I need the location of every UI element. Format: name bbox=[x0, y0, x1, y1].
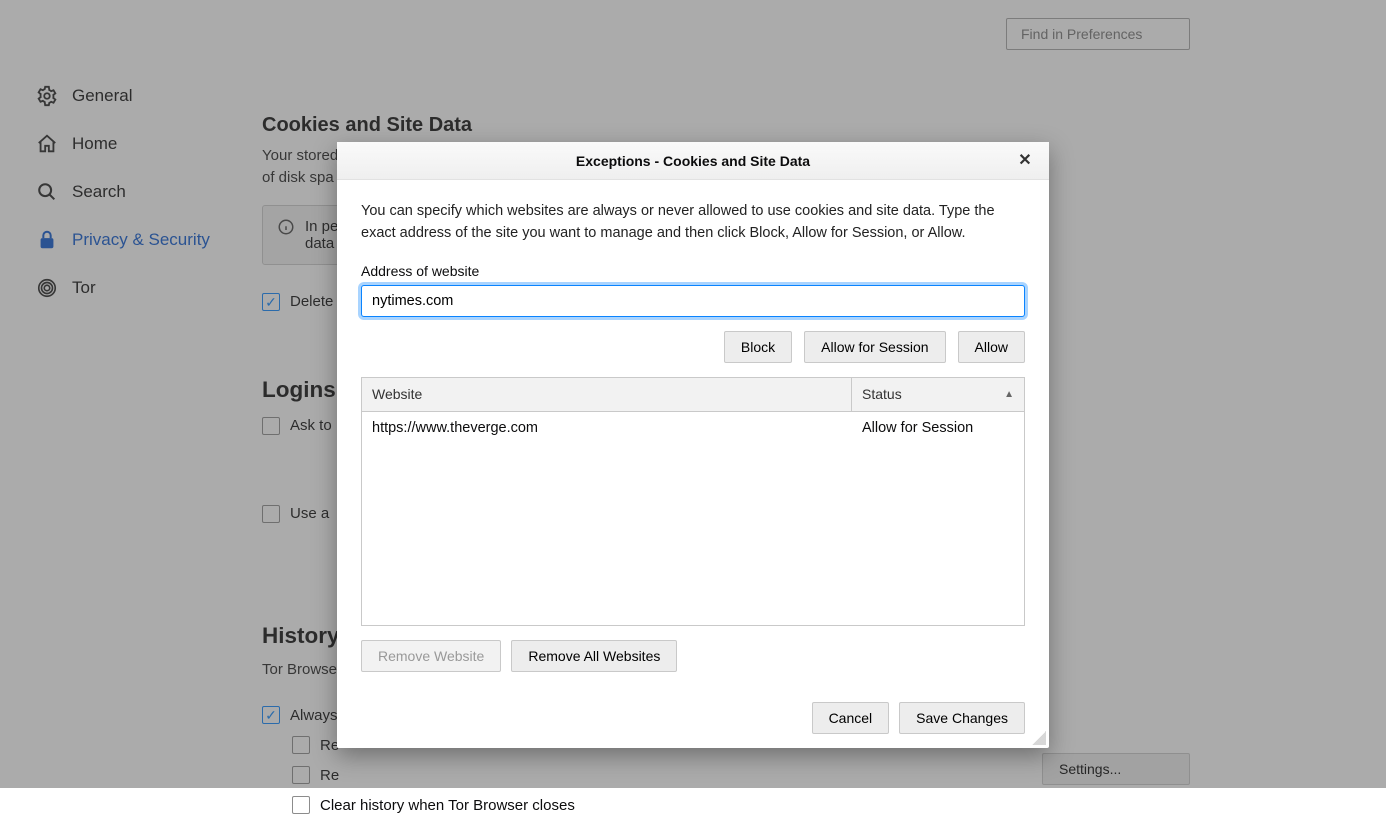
table-body: https://www.theverge.com Allow for Sessi… bbox=[362, 412, 1024, 446]
dialog-title: Exceptions - Cookies and Site Data bbox=[576, 153, 810, 169]
clear-history-label: Clear history when Tor Browser closes bbox=[320, 797, 575, 814]
remove-all-button[interactable]: Remove All Websites bbox=[511, 640, 677, 672]
block-button[interactable]: Block bbox=[724, 331, 792, 363]
exceptions-dialog: Exceptions - Cookies and Site Data ✕ You… bbox=[337, 142, 1049, 748]
remove-website-button[interactable]: Remove Website bbox=[361, 640, 501, 672]
allow-button[interactable]: Allow bbox=[958, 331, 1025, 363]
cell-status: Allow for Session bbox=[852, 420, 1024, 436]
dialog-header: Exceptions - Cookies and Site Data ✕ bbox=[337, 142, 1049, 180]
table-row[interactable]: https://www.theverge.com Allow for Sessi… bbox=[362, 412, 1024, 446]
resize-grip[interactable] bbox=[1032, 731, 1046, 745]
clear-history-row[interactable]: Clear history when Tor Browser closes bbox=[292, 796, 1386, 814]
allow-session-button[interactable]: Allow for Session bbox=[804, 331, 945, 363]
close-icon: ✕ bbox=[1018, 150, 1031, 170]
dialog-description: You can specify which websites are alway… bbox=[361, 200, 1025, 245]
col-header-website[interactable]: Website bbox=[362, 378, 852, 411]
exceptions-table: Website Status ▲ https://www.theverge.co… bbox=[361, 377, 1025, 626]
address-input[interactable] bbox=[361, 285, 1025, 317]
sort-asc-icon: ▲ bbox=[1004, 389, 1014, 400]
address-label: Address of website bbox=[361, 263, 1025, 279]
save-changes-button[interactable]: Save Changes bbox=[899, 702, 1025, 734]
checkbox-icon[interactable] bbox=[292, 796, 310, 814]
permission-buttons: Block Allow for Session Allow bbox=[361, 331, 1025, 363]
col-header-status-label: Status bbox=[862, 386, 902, 402]
cancel-button[interactable]: Cancel bbox=[812, 702, 890, 734]
close-button[interactable]: ✕ bbox=[1015, 150, 1035, 170]
col-header-status[interactable]: Status ▲ bbox=[852, 378, 1024, 411]
cell-website: https://www.theverge.com bbox=[362, 420, 852, 436]
